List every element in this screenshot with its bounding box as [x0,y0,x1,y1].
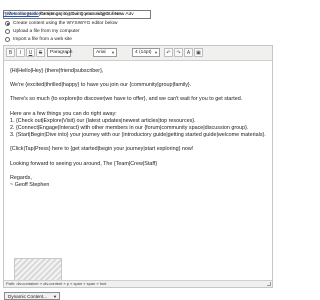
font-value: Arial [96,50,106,55]
underline-icon[interactable]: U [26,48,35,57]
subject-hint: Follow this guide for tips on improving … [3,12,123,17]
import-radio[interactable] [5,36,10,42]
content-list-item: 1. {Check out|Explore|Visit} our {latest… [10,117,196,124]
content-paragraph: We're {excited|thrilled|happy} to have y… [10,82,192,89]
font-color-icon[interactable]: A [184,48,193,57]
dynamic-content-label: Dynamic Content... [8,294,48,299]
option-label: Import a file from a web site [13,36,72,42]
size-value: 4 (14pt) [135,50,152,55]
editor-content[interactable]: {Hi|Hello|Hey} {there|friend|subscriber}… [10,68,268,189]
format-value: Paragraph [50,50,73,55]
content-paragraph: Looking forward to seeing you around, Th… [10,160,158,167]
content-list-intro: Here are a few things you can do right a… [10,110,117,117]
content-source-options: Create content using the WYSIWYG editor … [5,19,118,43]
chevron-down-icon: ▼ [53,294,57,299]
content-signature: Regards, ~ Geoff Stephen [10,175,268,189]
undo-icon[interactable]: ↶ [164,48,173,57]
content-list-item: 3. {Start|Begin|Dive into} your journey … [10,132,266,139]
option-wysiwyg[interactable]: Create content using the WYSIWYG editor … [5,19,118,27]
bold-icon[interactable]: B [6,48,15,57]
chevron-down-icon: ▼ [111,50,115,55]
option-label: Create content using the WYSIWYG editor … [13,20,118,26]
resize-grip-icon[interactable] [267,282,271,286]
option-import[interactable]: Import a file from a web site [5,35,118,43]
upload-radio[interactable] [5,28,10,34]
chevron-down-icon: ▼ [154,50,158,55]
content-paragraph: {Click|Tap|Press} here to {get started|b… [10,146,194,153]
signature-image [14,258,62,281]
wysiwyg-radio[interactable] [5,20,10,26]
editor-toolbar: B I U S Paragraph ▼ Arial ▼ 4 (14pt) ▼ ↶ ↷ … [4,46,272,61]
redo-icon[interactable]: ↷ [174,48,183,57]
dynamic-content-button[interactable]: Dynamic Content... ▼ [4,292,60,300]
content-list-item: 2. {Connect|Engage|Interact} with other … [10,125,249,132]
italic-icon[interactable]: I [16,48,25,57]
option-upload[interactable]: Upload a file from my computer [5,27,118,35]
font-select[interactable]: Arial ▼ [93,48,117,57]
option-label: Upload a file from my computer [13,28,80,34]
editor-path-bar: Path: div.container » div.content » p » … [4,280,272,287]
subject-hint-text: for tips on improving your subject lines… [38,12,123,17]
format-select[interactable]: Paragraph ▼ [47,48,73,57]
highlight-icon[interactable]: ▣ [194,48,203,57]
subject-row [3,2,269,19]
chevron-down-icon: ▼ [65,50,69,55]
strikethrough-icon[interactable]: S [36,48,45,57]
content-paragraph: {Hi|Hello|Hey} {there|friend|subscriber}… [10,68,104,74]
content-list: Here are a few things you can do right a… [10,111,268,140]
size-select[interactable]: 4 (14pt) ▼ [132,48,160,57]
regards-text: Regards, [10,174,32,181]
signature-name: ~ Geoff Stephen [10,182,50,189]
content-paragraph: There's so much {to explore|to discover|… [10,96,243,103]
wysiwyg-editor: B I U S Paragraph ▼ Arial ▼ 4 (14pt) ▼ ↶ ↷ … [3,45,273,288]
subject-guide-link[interactable]: Follow this guide [3,12,39,17]
